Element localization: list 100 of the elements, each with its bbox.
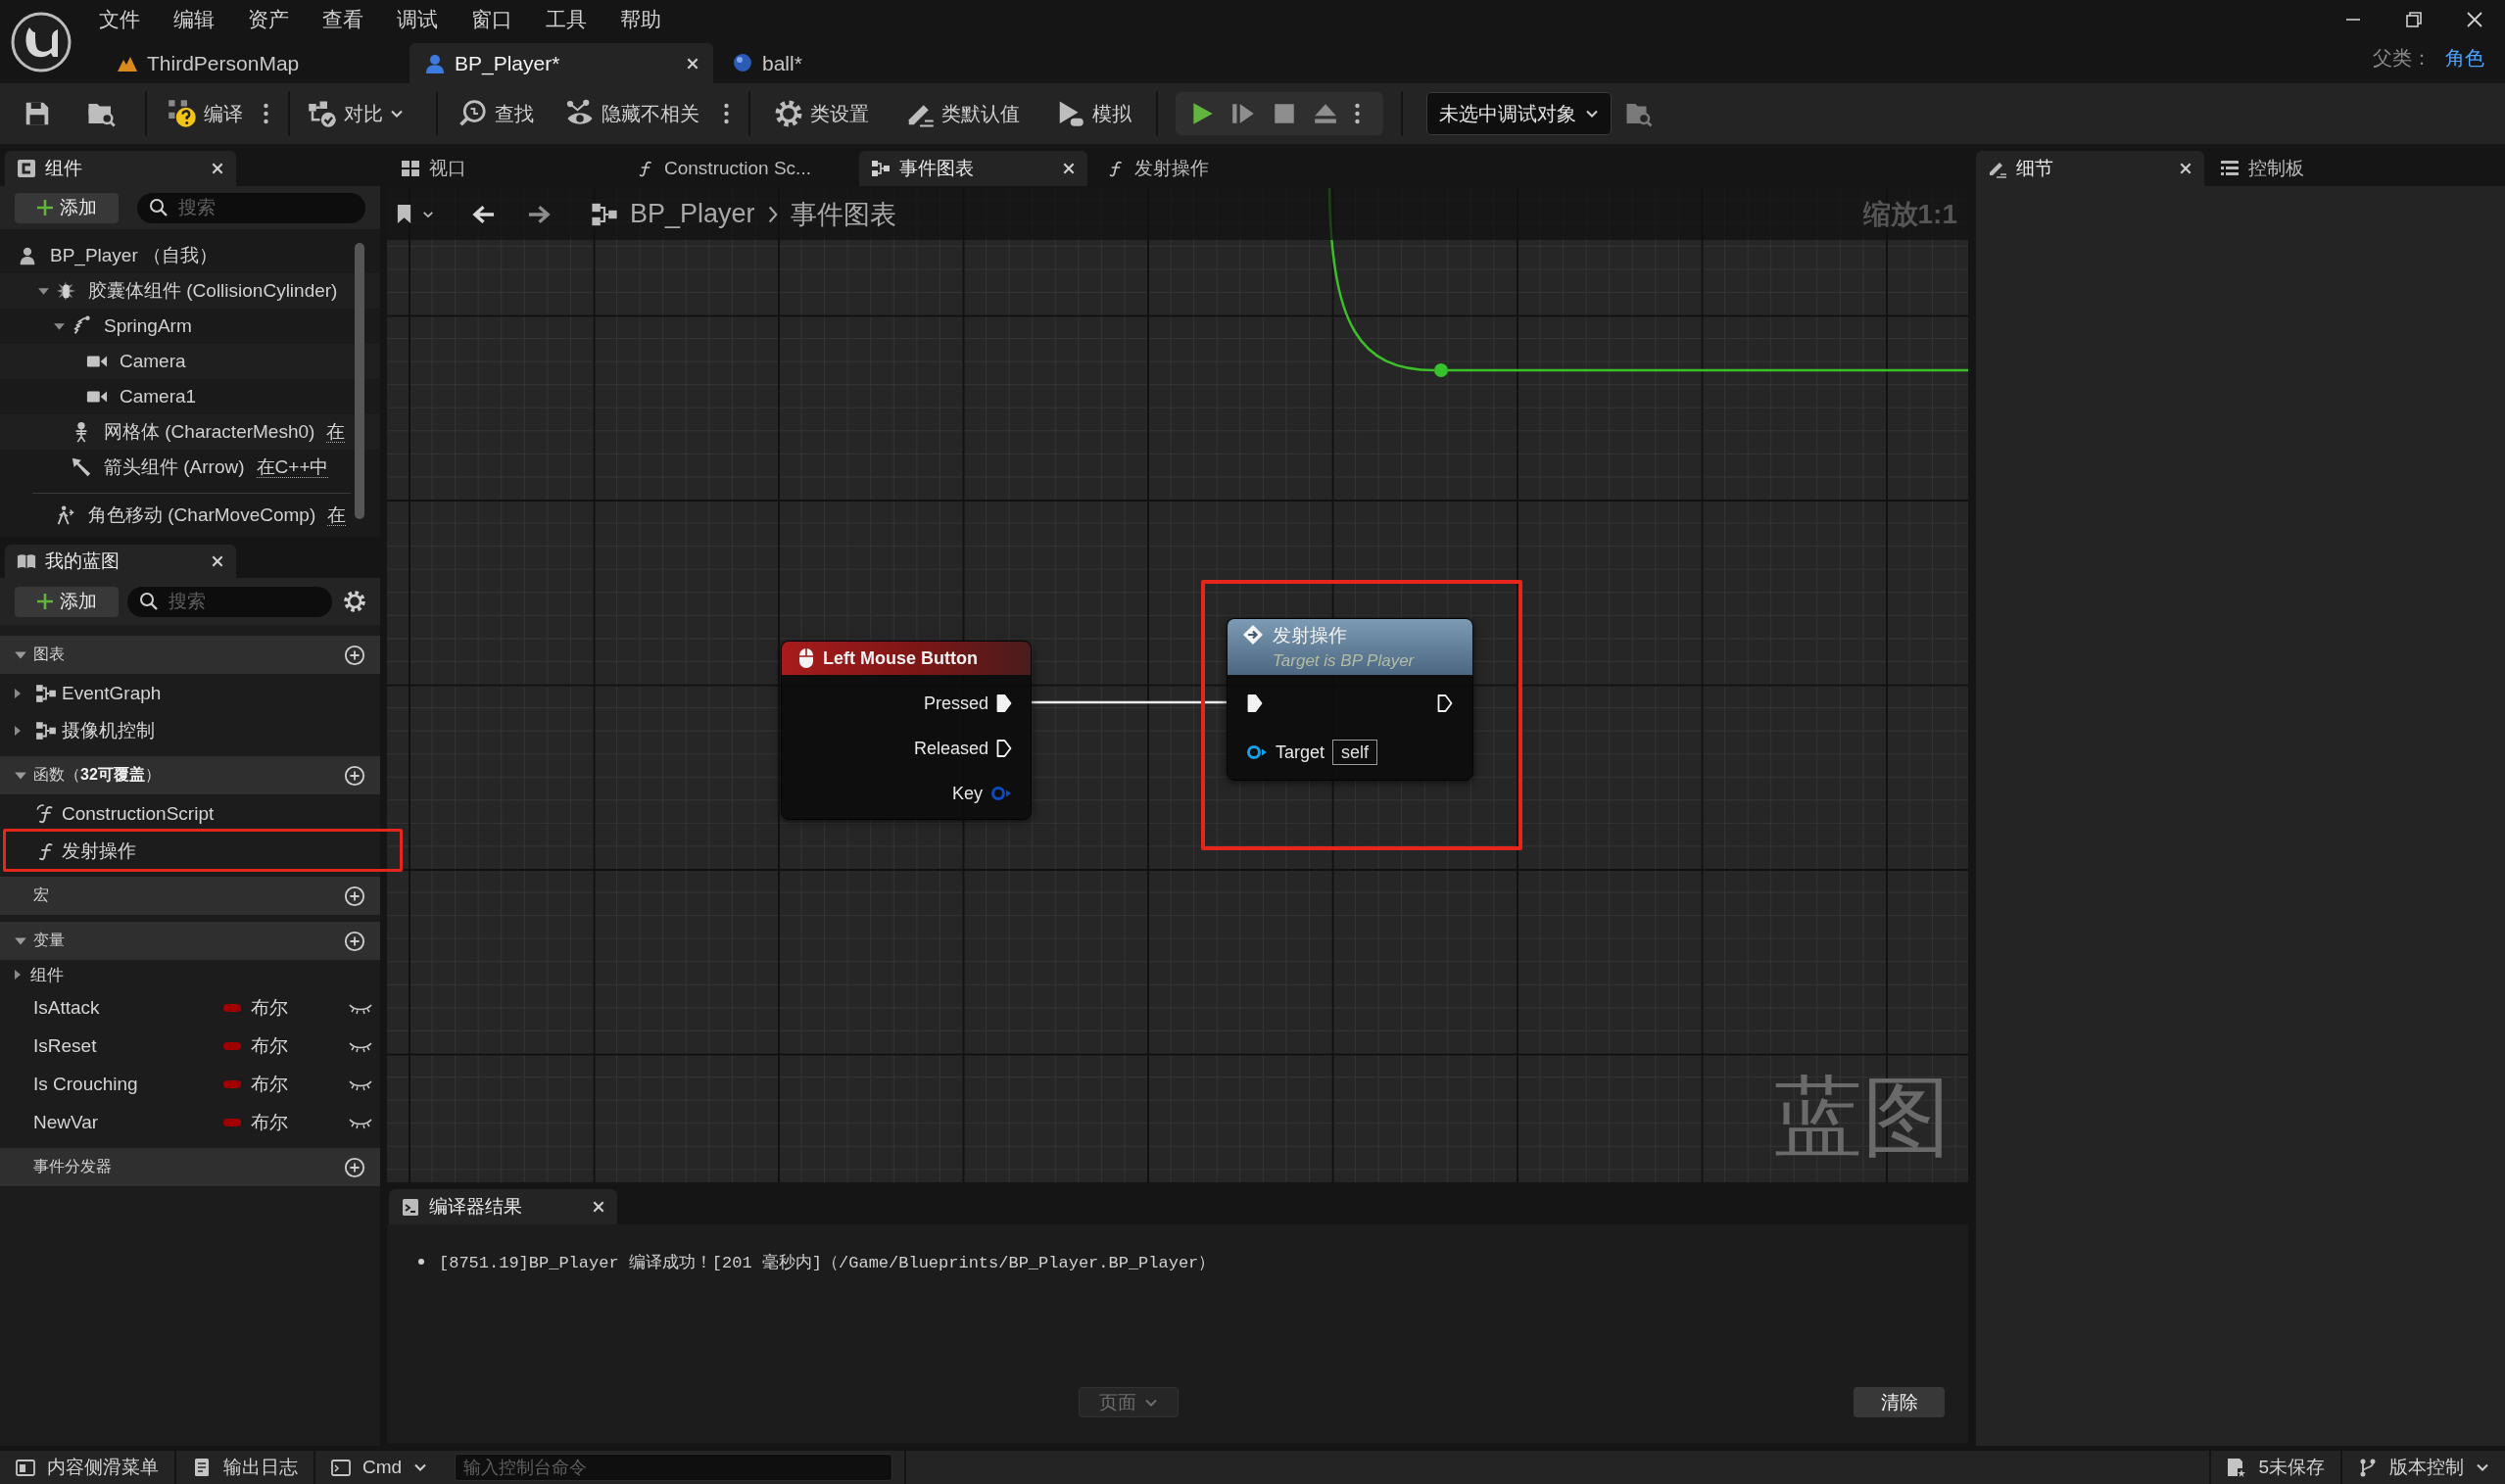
class-defaults-button[interactable]: 类默认值 [905,92,1020,135]
cmd-dropdown[interactable]: Cmd [315,1451,444,1484]
category-item[interactable]: 组件 [0,961,380,988]
add-circle-icon[interactable] [344,885,365,907]
section-header[interactable]: 事件分发器 [0,1148,380,1186]
graph-tab[interactable]: 事件图表 [859,151,1087,186]
add-circle-icon[interactable] [344,764,365,787]
bookmark-icon[interactable] [396,204,412,224]
section-header[interactable]: 函数（32可覆盖） [0,756,380,794]
add-button[interactable]: 添加 [15,192,119,223]
add-circle-icon[interactable] [344,1156,365,1178]
menu-item[interactable]: 工具 [546,5,587,33]
search-field[interactable]: 搜索 [137,192,365,223]
exec-pin-icon[interactable] [1437,694,1453,713]
step-icon[interactable] [1230,101,1256,126]
graph-tab[interactable]: 发射操作 [1094,151,1323,186]
settings-icon[interactable] [343,590,366,613]
menu-item[interactable]: 查看 [322,5,363,33]
find-button[interactable]: 查找 [458,92,534,135]
close-icon[interactable] [211,554,224,568]
close-icon[interactable] [1062,162,1076,175]
class-settings-button[interactable]: 类设置 [774,92,869,135]
menu-item[interactable]: 文件 [99,5,140,33]
tree-item[interactable]: 网格体 (CharacterMesh0) 在 [0,414,380,450]
close-icon[interactable] [2465,9,2484,29]
tree-item[interactable]: 角色移动 (CharMoveComp) 在 [0,498,380,533]
panel-tab[interactable]: 编译器结果 [389,1189,617,1224]
close-icon[interactable] [592,1200,605,1214]
close-icon[interactable] [2179,162,2192,175]
breadcrumb-link[interactable]: BP_Player [630,199,755,229]
section-header[interactable]: 图表 [0,636,380,674]
function-item[interactable]: ConstructionScript [0,795,380,833]
more-icon[interactable] [723,102,730,125]
menu-item[interactable]: 窗口 [471,5,512,33]
document-tab[interactable]: ThirdPersonMap [102,43,406,83]
add-button[interactable]: 添加 [15,586,119,617]
back-arrow-icon[interactable] [471,203,496,225]
console-input-field[interactable]: 输入控制台命令 [455,1454,893,1481]
more-icon[interactable] [1354,102,1361,125]
stop-icon[interactable] [1272,101,1297,126]
menu-item[interactable]: 帮助 [620,5,661,33]
function-item[interactable]: 发射操作 [0,833,380,870]
add-circle-icon[interactable] [344,930,365,952]
clear-button[interactable]: 清除 [1854,1387,1945,1417]
simulate-button[interactable]: 模拟 [1056,92,1132,135]
close-icon[interactable] [686,56,699,71]
function-node[interactable]: 发射操作 Target is BP Player Target self [1227,618,1473,781]
restore-icon[interactable] [2404,9,2424,29]
graph-canvas[interactable]: BP_Player 事件图表 缩放1:1 Left Mouse Button Pressed Released Key 发射操作 Target is BP Player Target self 蓝图 [387,188,1968,1182]
menu-item[interactable]: 资产 [248,5,289,33]
close-icon[interactable] [211,162,224,175]
unsaved-button[interactable]: 5未保存 [2211,1451,2340,1484]
tree-item[interactable]: SpringArm [0,309,380,344]
edit-in-code-link[interactable]: 在 [327,503,347,527]
variable-item[interactable]: IsReset 布尔 [0,1027,380,1065]
section-header[interactable]: 变量 [0,922,380,960]
graph-item[interactable]: 摄像机控制 [0,712,380,749]
variable-item[interactable]: NewVar 布尔 [0,1103,380,1141]
panel-tab[interactable]: 细节 [1976,151,2204,186]
menu-item[interactable]: 编辑 [173,5,215,33]
graph-item[interactable]: EventGraph [0,675,380,712]
output-log-button[interactable]: 输出日志 [176,1451,313,1484]
tree-item[interactable]: Camera1 [0,379,380,414]
debug-object-dropdown[interactable]: 未选中调试对象 [1426,92,1612,135]
exec-pin-icon[interactable] [1247,694,1263,713]
exec-pin-icon[interactable] [996,694,1012,713]
edit-in-code-link[interactable]: 在C++中 [256,455,329,479]
document-tab[interactable]: BP_Player* [409,43,713,83]
search-field[interactable]: 搜索 [127,586,332,617]
tree-item[interactable]: 胶囊体组件 (CollisionCylinder) [0,273,380,309]
tree-item[interactable]: BP_Player （自我） [0,238,380,273]
compile-button[interactable]: 编译 [168,92,243,135]
hide-unrelated-button[interactable]: 隐藏不相关 [565,92,699,135]
scrollbar[interactable] [355,243,364,519]
breadcrumb-link[interactable]: 事件图表 [790,196,896,232]
pin-icon[interactable] [1246,744,1268,760]
exec-pin-icon[interactable] [996,739,1012,758]
graph-tab[interactable]: Construction Sc... [624,151,852,186]
edit-in-code-link[interactable]: 在 [326,420,346,444]
tree-item[interactable]: Camera [0,344,380,379]
graph-tab[interactable]: 视口 [389,151,617,186]
variable-item[interactable]: Is Crouching 布尔 [0,1065,380,1103]
diff-dropdown[interactable]: 对比 [308,92,404,135]
parent-class-link[interactable]: 角色 [2445,44,2484,72]
panel-tab[interactable]: 组件 [5,151,236,186]
pin-value-field[interactable]: self [1332,740,1378,765]
panel-tab[interactable]: 控制板 [2208,151,2436,186]
document-tab[interactable]: ball* [717,43,1021,83]
variable-item[interactable]: IsAttack 布尔 [0,988,380,1027]
menu-item[interactable]: 调试 [397,5,438,33]
engine-logo-icon[interactable] [10,10,72,73]
event-node[interactable]: Left Mouse Button Pressed Released Key [781,641,1032,820]
wire-dot-icon[interactable] [1434,363,1448,377]
section-header[interactable]: 宏 [0,877,380,915]
tree-item[interactable]: 箭头组件 (Arrow) 在C++中 [0,450,380,485]
panel-tab[interactable]: 我的蓝图 [5,545,236,578]
more-icon[interactable] [263,102,269,125]
source-control-button[interactable]: 版本控制 [2342,1451,2505,1484]
add-circle-icon[interactable] [344,644,365,666]
content-drawer-button[interactable]: 内容侧滑菜单 [0,1451,174,1484]
